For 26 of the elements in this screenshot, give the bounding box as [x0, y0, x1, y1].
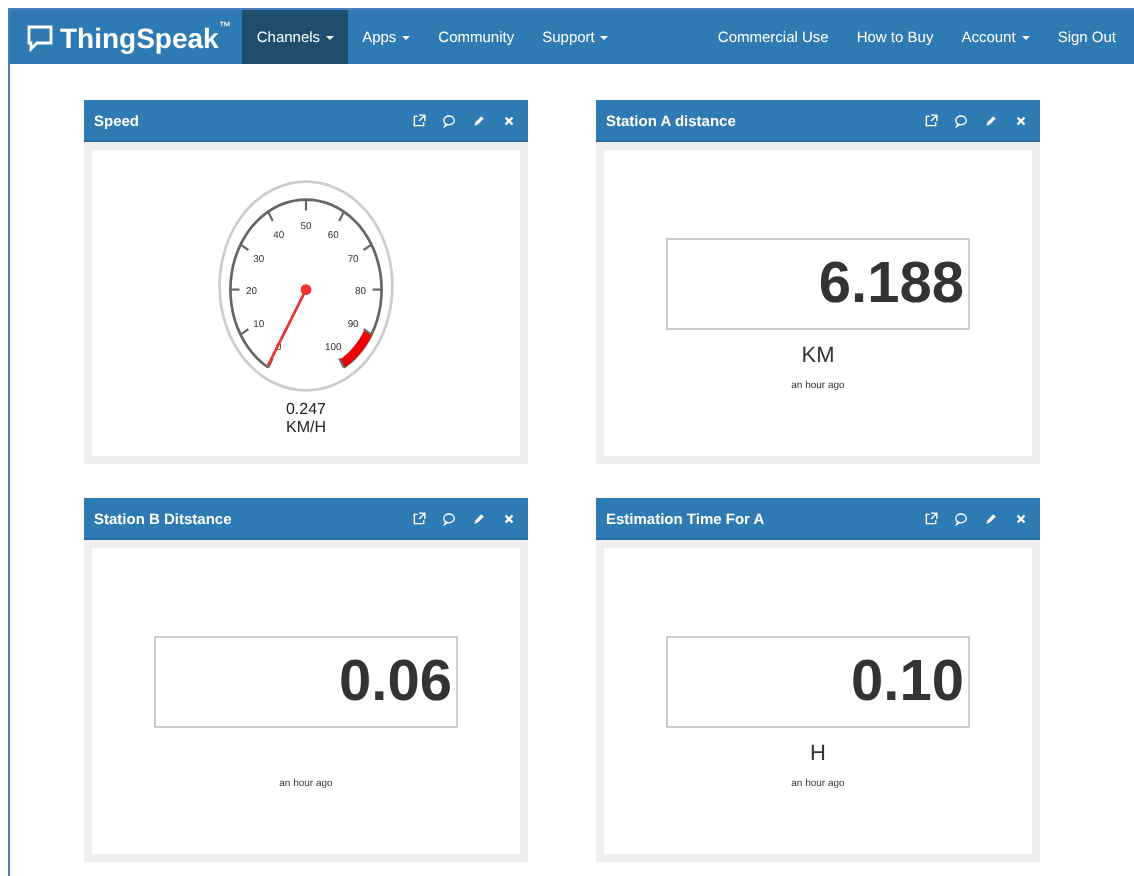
comment-icon[interactable] [954, 511, 968, 525]
close-icon[interactable] [502, 511, 516, 525]
pencil-icon[interactable] [472, 113, 486, 127]
value-display: 6.188 [666, 238, 970, 330]
pencil-icon[interactable] [472, 511, 486, 525]
comment-icon[interactable] [954, 113, 968, 127]
close-icon[interactable] [1014, 511, 1028, 525]
gauge-needle [266, 284, 312, 366]
unit-label: H [810, 742, 826, 770]
external-link-icon[interactable] [412, 511, 426, 525]
danger-zone-arc [339, 330, 373, 368]
close-icon[interactable] [1014, 113, 1028, 127]
brand-logo[interactable]: ThingSpeak$^{™}$ [10, 10, 243, 64]
close-icon[interactable] [502, 113, 516, 127]
gauge-value: 0.247 [285, 400, 327, 418]
gauge-unit: KM/H [286, 418, 326, 436]
value-display: 0.10 [666, 636, 970, 728]
pencil-icon[interactable] [984, 113, 998, 127]
comment-icon[interactable] [442, 113, 456, 127]
external-link-icon[interactable] [924, 113, 938, 127]
value-display: 0.06 [154, 636, 458, 728]
external-link-icon[interactable] [924, 511, 938, 525]
pencil-icon[interactable] [984, 511, 998, 525]
comment-icon[interactable] [442, 511, 456, 525]
unit-label: KM [801, 344, 835, 372]
external-link-icon[interactable] [412, 113, 426, 127]
